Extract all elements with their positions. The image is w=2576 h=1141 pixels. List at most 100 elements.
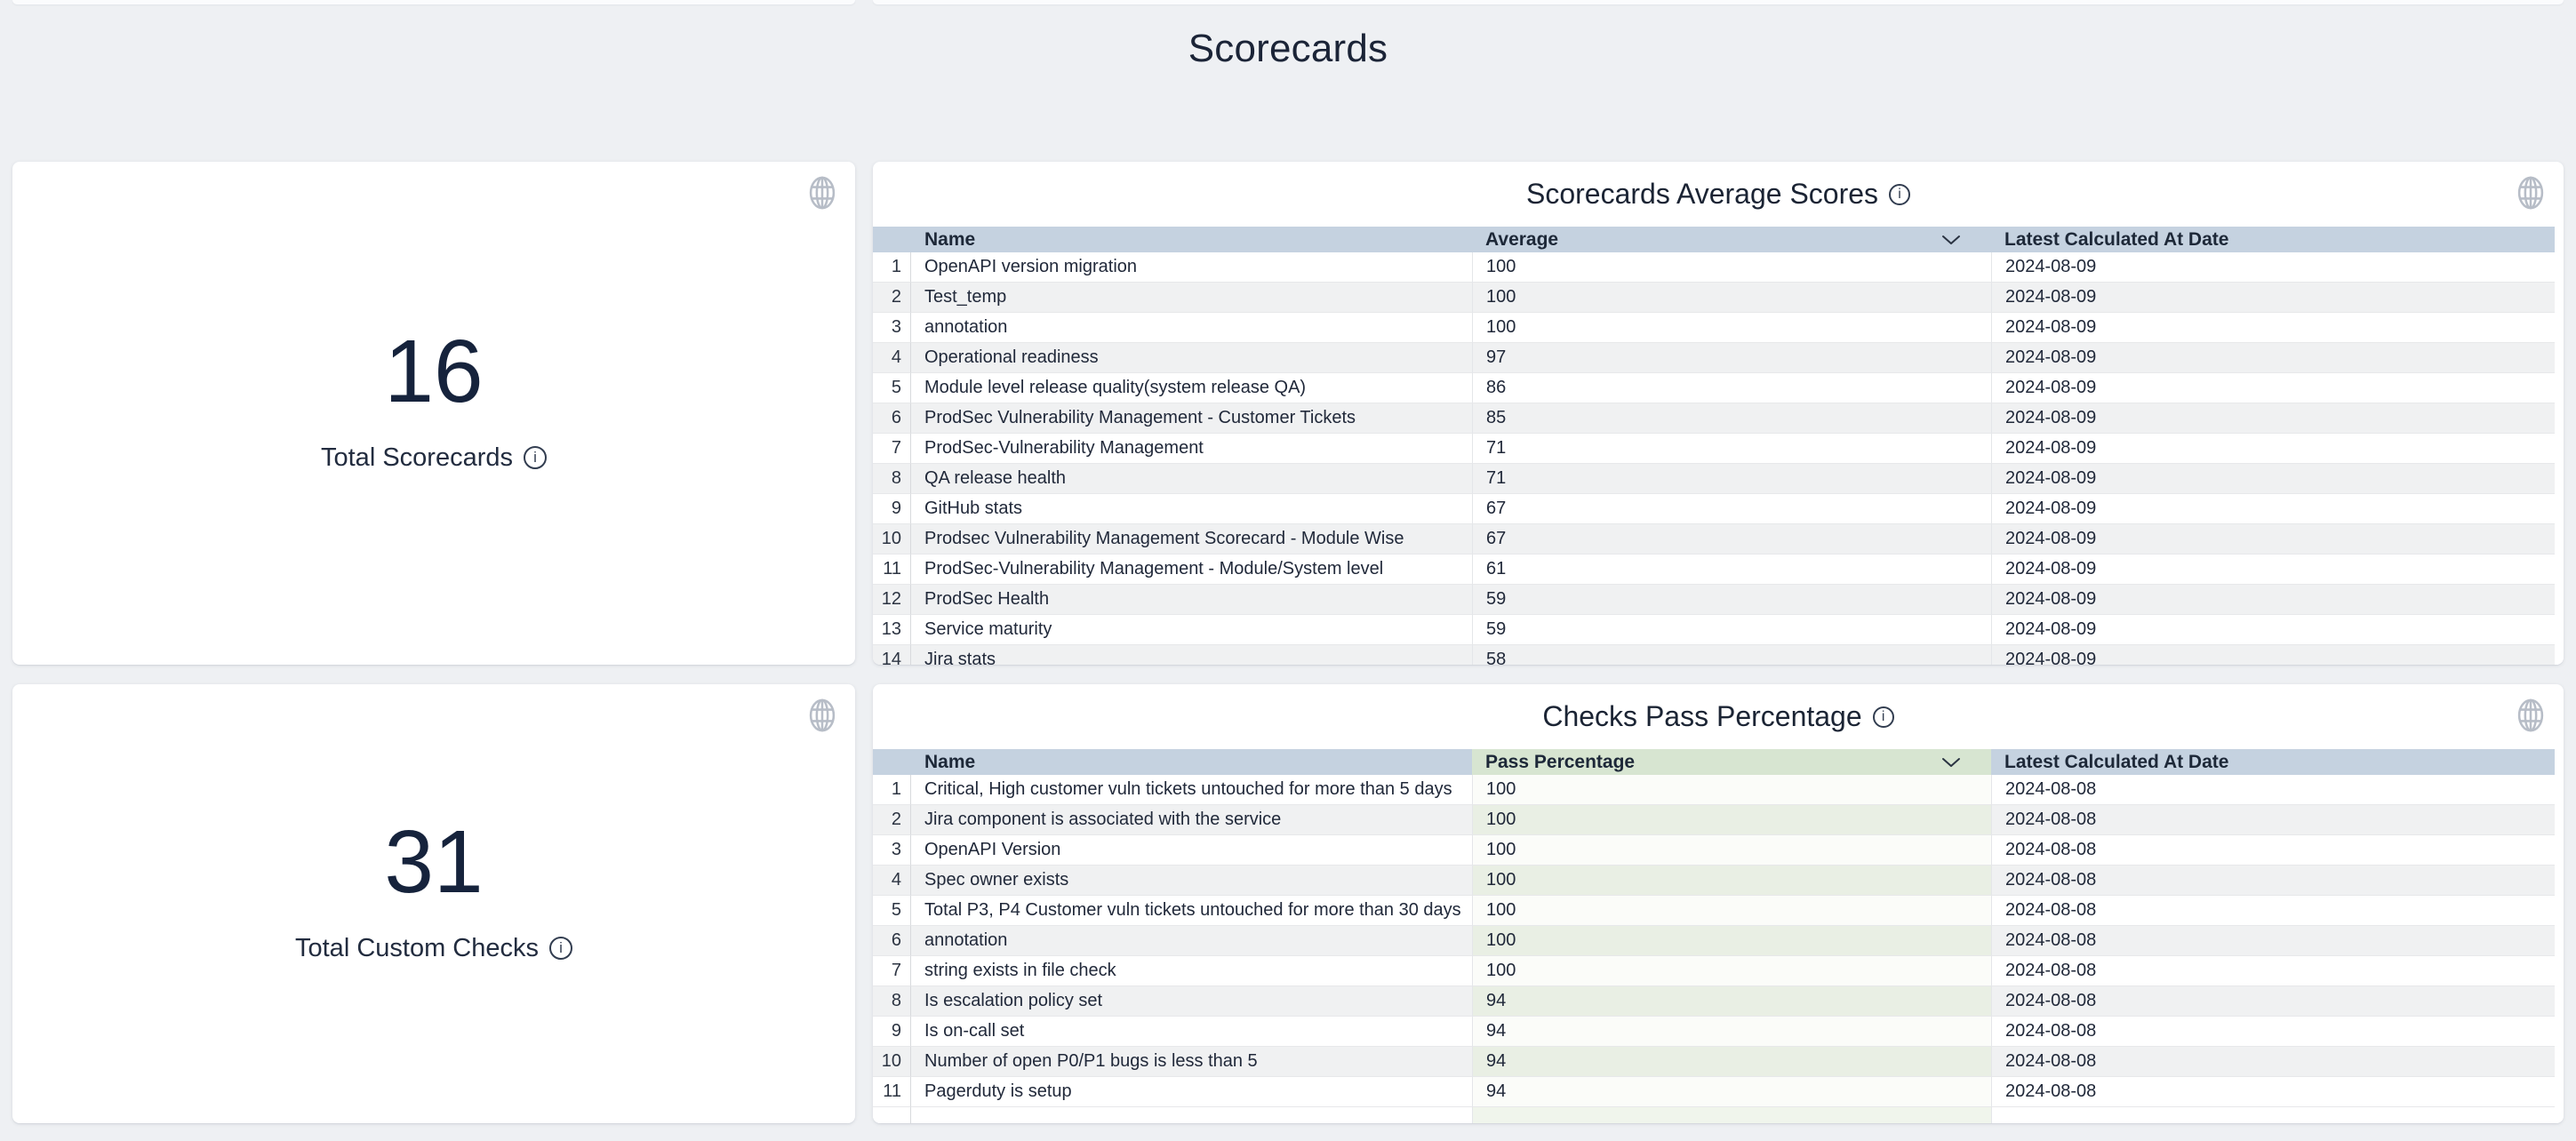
date-cell: 2024-08-09 xyxy=(1991,283,2555,313)
name-cell: ProdSec-Vulnerability Management - Modul… xyxy=(911,555,1472,585)
value-cell: 94 xyxy=(1472,1017,1991,1047)
name-cell: Pagerduty is setup xyxy=(911,1077,1472,1107)
table-row[interactable]: 3OpenAPI Version1002024-08-08 xyxy=(873,835,2564,866)
scrollbar-gutter xyxy=(2555,464,2564,494)
column-header-name[interactable]: Name xyxy=(911,227,1472,252)
row-index-cell: 13 xyxy=(873,615,911,645)
total-scorecards-label: Total Scorecards xyxy=(321,443,513,473)
table-row[interactable]: 9Is on-call set942024-08-08 xyxy=(873,1017,2564,1047)
chevron-down-icon xyxy=(1941,757,1961,768)
info-icon[interactable]: i xyxy=(1889,184,1910,205)
table-row[interactable]: 8QA release health712024-08-09 xyxy=(873,464,2564,494)
value-cell: 100 xyxy=(1472,926,1991,956)
table-row[interactable]: 4Operational readiness972024-08-09 xyxy=(873,343,2564,373)
value-cell: 100 xyxy=(1472,313,1991,343)
chevron-down-icon xyxy=(1941,235,1961,245)
scrollbar-gutter xyxy=(2555,775,2564,805)
value-cell: 61 xyxy=(1472,555,1991,585)
scrollbar-gutter xyxy=(2555,615,2564,645)
table-row[interactable]: 2Jira component is associated with the s… xyxy=(873,805,2564,835)
column-header-name[interactable]: Name xyxy=(911,749,1472,775)
num-cell xyxy=(873,1107,911,1123)
table-row[interactable]: 7ProdSec-Vulnerability Management712024-… xyxy=(873,434,2564,464)
name-cell: OpenAPI version migration xyxy=(911,252,1472,283)
table-row[interactable]: 11Pagerduty is setup942024-08-08 xyxy=(873,1077,2564,1107)
date-cell: 2024-08-09 xyxy=(1991,494,2555,524)
table-row[interactable]: 11ProdSec-Vulnerability Management - Mod… xyxy=(873,555,2564,585)
globe-icon[interactable] xyxy=(2516,174,2546,211)
date-cell: 2024-08-09 xyxy=(1991,464,2555,494)
table-row[interactable]: 14Jira stats582024-08-09 xyxy=(873,645,2564,665)
date-cell: 2024-08-09 xyxy=(1991,585,2555,615)
info-icon[interactable]: i xyxy=(549,937,572,960)
scrollbar-gutter xyxy=(2555,986,2564,1017)
row-index-cell: 8 xyxy=(873,986,911,1017)
date-cell: 2024-08-09 xyxy=(1991,434,2555,464)
table-row[interactable]: 8Is escalation policy set942024-08-08 xyxy=(873,986,2564,1017)
name-cell: OpenAPI Version xyxy=(911,835,1472,866)
scrollbar-gutter xyxy=(2555,926,2564,956)
table-row[interactable]: 6annotation1002024-08-08 xyxy=(873,926,2564,956)
date-cell: 2024-08-08 xyxy=(1991,775,2555,805)
table-header-row: Name Average Latest Calculated At Date xyxy=(873,227,2564,252)
table-row[interactable]: 1Critical, High customer vuln tickets un… xyxy=(873,775,2564,805)
gutter-cell xyxy=(2555,1107,2564,1123)
table-header-row: Name Pass Percentage Latest Calculated A… xyxy=(873,749,2564,775)
table-row[interactable]: 5Total P3, P4 Customer vuln tickets unto… xyxy=(873,896,2564,926)
table-row[interactable]: 10Number of open P0/P1 bugs is less than… xyxy=(873,1047,2564,1077)
column-header-average[interactable]: Average xyxy=(1472,227,1991,252)
row-index-cell: 6 xyxy=(873,403,911,434)
value-cell: 100 xyxy=(1472,252,1991,283)
table-row[interactable]: 3annotation1002024-08-09 xyxy=(873,313,2564,343)
scrollbar-gutter xyxy=(2555,1077,2564,1107)
table-row[interactable]: 13Service maturity592024-08-09 xyxy=(873,615,2564,645)
date-cell: 2024-08-09 xyxy=(1991,615,2555,645)
average-scores-card: Scorecards Average Scores i Name Average… xyxy=(873,162,2564,665)
column-header-pass-percentage[interactable]: Pass Percentage xyxy=(1472,749,1991,775)
scrollbar-gutter xyxy=(2555,956,2564,986)
row-index-cell: 8 xyxy=(873,464,911,494)
date-cell: 2024-08-08 xyxy=(1991,835,2555,866)
table-row[interactable]: 7string exists in file check1002024-08-0… xyxy=(873,956,2564,986)
globe-icon[interactable] xyxy=(807,697,837,734)
date-cell: 2024-08-09 xyxy=(1991,373,2555,403)
table-row[interactable]: 9GitHub stats672024-08-09 xyxy=(873,494,2564,524)
scrollbar-gutter xyxy=(2555,1017,2564,1047)
value-cell: 100 xyxy=(1472,283,1991,313)
value-cell: 67 xyxy=(1472,494,1991,524)
table-row[interactable]: 1OpenAPI version migration1002024-08-09 xyxy=(873,252,2564,283)
scrollbar-gutter xyxy=(2555,313,2564,343)
name-cell: Is escalation policy set xyxy=(911,986,1472,1017)
row-index-cell: 1 xyxy=(873,775,911,805)
scrollbar-gutter xyxy=(2555,805,2564,835)
table-row[interactable]: 2Test_temp1002024-08-09 xyxy=(873,283,2564,313)
globe-icon[interactable] xyxy=(2516,697,2546,734)
table-row[interactable]: 10Prodsec Vulnerability Management Score… xyxy=(873,524,2564,555)
table-row[interactable]: 5Module level release quality(system rel… xyxy=(873,373,2564,403)
column-header-date[interactable]: Latest Calculated At Date xyxy=(1991,227,2555,252)
row-index-cell: 11 xyxy=(873,555,911,585)
date-cell: 2024-08-09 xyxy=(1991,645,2555,665)
date-cell: 2024-08-08 xyxy=(1991,805,2555,835)
info-icon[interactable]: i xyxy=(524,446,547,469)
column-header-date[interactable]: Latest Calculated At Date xyxy=(1991,749,2555,775)
table-row[interactable]: 4Spec owner exists1002024-08-08 xyxy=(873,866,2564,896)
date-cell: 2024-08-09 xyxy=(1991,252,2555,283)
date-cell: 2024-08-09 xyxy=(1991,343,2555,373)
info-icon[interactable]: i xyxy=(1873,706,1894,728)
table-row[interactable]: 6ProdSec Vulnerability Management - Cust… xyxy=(873,403,2564,434)
row-index-cell: 11 xyxy=(873,1077,911,1107)
date-cell: 2024-08-08 xyxy=(1991,926,2555,956)
date-cell: 2024-08-08 xyxy=(1991,956,2555,986)
name-cell: annotation xyxy=(911,926,1472,956)
name-cell: Test_temp xyxy=(911,283,1472,313)
value-cell: 59 xyxy=(1472,585,1991,615)
name-cell xyxy=(911,1107,1472,1123)
row-index-cell: 6 xyxy=(873,926,911,956)
row-index-cell: 4 xyxy=(873,866,911,896)
date-cell: 2024-08-08 xyxy=(1991,986,2555,1017)
table-row[interactable]: 12ProdSec Health592024-08-09 xyxy=(873,585,2564,615)
table-title: Checks Pass Percentage xyxy=(1542,700,1861,733)
globe-icon[interactable] xyxy=(807,174,837,211)
value-cell: 100 xyxy=(1472,956,1991,986)
